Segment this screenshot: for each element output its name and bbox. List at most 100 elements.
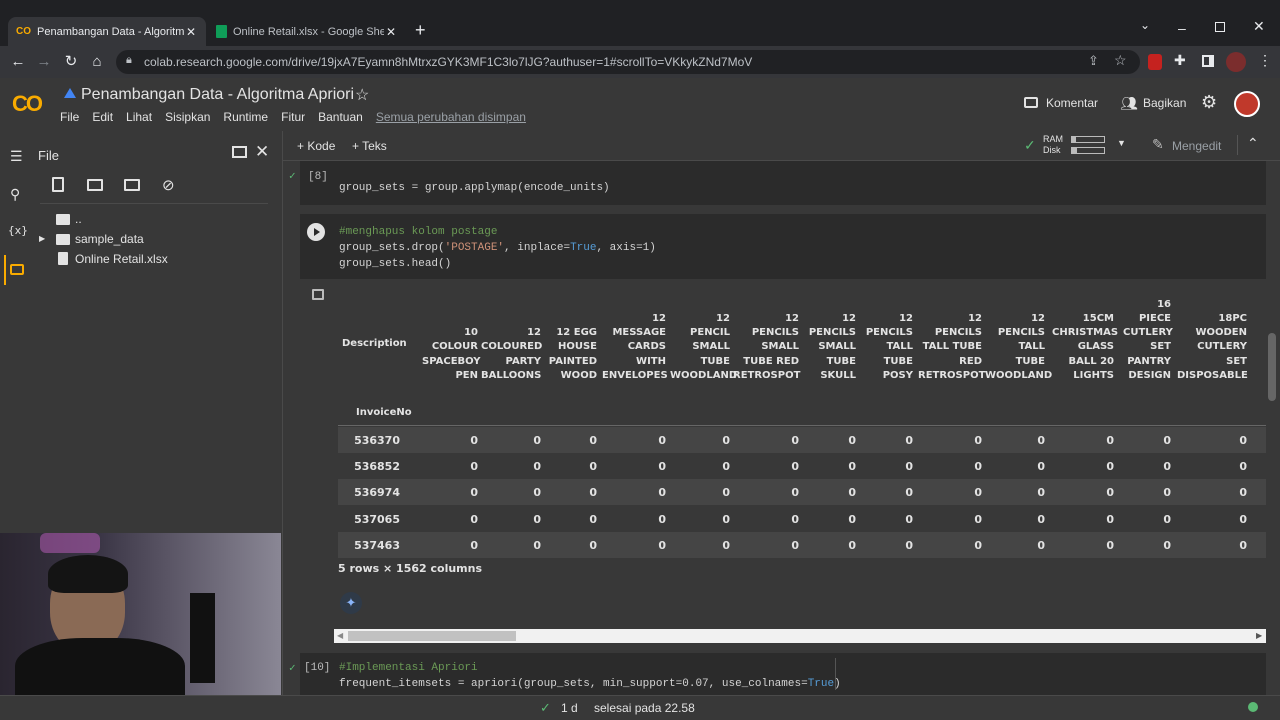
close-tab-icon[interactable]: ✕ [184, 25, 198, 39]
run-cell-button[interactable] [307, 223, 325, 241]
menu-runtime[interactable]: Runtime [223, 110, 268, 124]
minimize-icon[interactable]: – [1178, 20, 1186, 36]
browser-tab-bar: CO Penambangan Data - Algoritma A ✕ Onli… [0, 0, 1280, 46]
new-tab-icon[interactable]: + [415, 20, 426, 41]
horizontal-scrollbar[interactable]: ◀ ▶ [334, 629, 1266, 643]
ram-meter[interactable] [1071, 136, 1105, 143]
table-cell: 0 [905, 538, 913, 552]
table-cell: 0 [974, 434, 982, 447]
side-panel-icon[interactable] [1202, 55, 1214, 67]
collapse-header-icon[interactable]: ⌃ [1247, 135, 1259, 152]
edit-mode-button[interactable]: Mengedit [1172, 139, 1221, 153]
profile-avatar[interactable] [1226, 52, 1246, 72]
table-cell: 0 [1239, 434, 1247, 447]
code-line[interactable]: group_sets = group.applymap(encode_units… [339, 182, 610, 194]
save-status[interactable]: Semua perubahan disimpan [376, 110, 526, 124]
table-cell: 0 [1163, 434, 1171, 447]
menu-view[interactable]: Lihat [126, 110, 152, 124]
search-icon[interactable]: ⚲ [10, 186, 20, 203]
star-icon[interactable]: ☆ [355, 85, 369, 105]
menu-tools[interactable]: Fitur [281, 110, 305, 124]
code-comment[interactable]: #menghapus kolom postage [339, 226, 497, 238]
disk-meter[interactable] [1071, 147, 1105, 154]
file-item-online-retail[interactable]: Online Retail.xlsx [75, 252, 168, 266]
exec-duration[interactable]: 1 d [561, 701, 578, 715]
folder-icon[interactable] [10, 264, 24, 275]
code-cell-10[interactable]: ✓ [10] #Implementasi Apriori frequent_it… [289, 653, 1266, 695]
forward-icon[interactable]: → [35, 53, 53, 71]
menu-help[interactable]: Bantuan [318, 110, 363, 124]
notebook-title[interactable]: Penambangan Data - Algoritma Apriori [81, 86, 354, 104]
comment-icon[interactable] [1024, 97, 1038, 108]
table-cell: 0 [1239, 538, 1247, 552]
toc-list-icon[interactable]: ☰ [10, 148, 23, 165]
reload-icon[interactable]: ↻ [62, 53, 80, 71]
url-text: colab.research.google.com/drive/19jxA7Ey… [144, 55, 753, 69]
row-index: 537065 [354, 512, 400, 526]
maximize-icon[interactable] [1215, 22, 1225, 32]
code-cell-9[interactable]: #menghapus kolom postage group_sets.drop… [300, 214, 1266, 279]
expand-caret-icon[interactable]: ▶ [39, 234, 45, 243]
code-line[interactable]: frequent_itemsets = apriori(group_sets, … [339, 678, 841, 690]
scrollbar-thumb[interactable] [348, 631, 516, 641]
cell-divider [835, 658, 836, 690]
extension-icon[interactable] [1148, 54, 1162, 70]
add-code-button[interactable]: + Kode [297, 139, 335, 153]
close-tab-icon[interactable]: ✕ [384, 25, 398, 39]
close-panel-icon[interactable]: ✕ [255, 142, 269, 162]
code-line[interactable]: group_sets.head() [339, 258, 451, 270]
mount-drive-icon[interactable] [124, 179, 140, 191]
url-field[interactable]: 🔒︎ colab.research.google.com/drive/19jxA… [116, 50, 1140, 74]
comment-button[interactable]: Komentar [1046, 96, 1098, 110]
table-cell: 0 [791, 460, 799, 474]
bookmark-star-icon[interactable]: ☆ [1114, 52, 1127, 69]
code-comment[interactable]: #Implementasi Apriori [339, 662, 478, 674]
tab-colab[interactable]: CO Penambangan Data - Algoritma A ✕ [8, 17, 206, 46]
scroll-right-icon[interactable]: ▶ [1256, 631, 1262, 640]
share-button[interactable]: Bagikan [1143, 96, 1186, 110]
settings-gear-icon[interactable]: ⚙ [1201, 92, 1217, 113]
table-cell: 0 [1106, 538, 1114, 552]
menu-edit[interactable]: Edit [92, 110, 113, 124]
close-window-icon[interactable]: ✕ [1253, 18, 1265, 35]
code-token: group_sets.drop( [339, 242, 445, 254]
add-text-button[interactable]: + Teks [352, 139, 387, 153]
pencil-icon: ✎ [1152, 136, 1164, 152]
share-page-icon[interactable]: ⇪ [1088, 53, 1099, 69]
file-item-sample-data[interactable]: sample_data [75, 232, 144, 246]
vertical-scrollbar-thumb[interactable] [1268, 333, 1276, 401]
folder-icon [56, 234, 70, 245]
table-cell: 0 [848, 538, 856, 552]
file-item-parent[interactable]: .. [75, 212, 82, 226]
user-avatar[interactable] [1234, 91, 1260, 117]
notebook-area: ✓ [8] group_sets = group.applymap(encode… [283, 161, 1280, 695]
output-action-icon[interactable] [312, 289, 324, 300]
table-cell: 0 [658, 512, 666, 526]
home-icon[interactable]: ⌂ [88, 53, 106, 71]
lock-icon: 🔒︎ [126, 54, 132, 66]
upload-file-icon[interactable] [52, 177, 64, 192]
menu-insert[interactable]: Sisipkan [165, 110, 210, 124]
cell-exec-count: [10] [304, 662, 331, 674]
cell-success-check-icon: ✓ [289, 663, 296, 675]
chrome-menu-icon[interactable]: ⋮ [1258, 52, 1272, 69]
tab-search-icon[interactable]: ⌄ [1140, 18, 1150, 32]
tab-sheets[interactable]: Online Retail.xlsx - Google Sheets ✕ [208, 17, 406, 46]
code-line[interactable]: group_sets.drop('POSTAGE', inplace=True,… [339, 242, 656, 254]
df-column-header: 12 PENCILS TALL TUBE WOODLAND [985, 312, 1053, 381]
colab-logo[interactable]: CO [12, 91, 43, 117]
menu-file[interactable]: File [60, 110, 79, 124]
refresh-folder-icon[interactable] [87, 179, 103, 191]
hide-files-icon[interactable]: ⊘ [162, 176, 175, 194]
scroll-left-icon[interactable]: ◀ [337, 631, 343, 640]
variables-icon[interactable]: {x} [8, 224, 28, 237]
completed-text[interactable]: selesai pada 22.58 [594, 701, 695, 715]
resources-dropdown-icon[interactable]: ▼ [1117, 138, 1126, 148]
extensions-puzzle-icon[interactable]: ✚ [1174, 52, 1186, 69]
code-cell-8[interactable]: ✓ [8] group_sets = group.applymap(encode… [289, 161, 1266, 205]
table-cell: 0 [658, 460, 666, 474]
back-icon[interactable]: ← [9, 53, 27, 71]
open-in-tab-icon[interactable] [232, 146, 247, 158]
neon-light [40, 533, 100, 553]
magic-wand-icon[interactable]: ✦ [340, 592, 362, 614]
